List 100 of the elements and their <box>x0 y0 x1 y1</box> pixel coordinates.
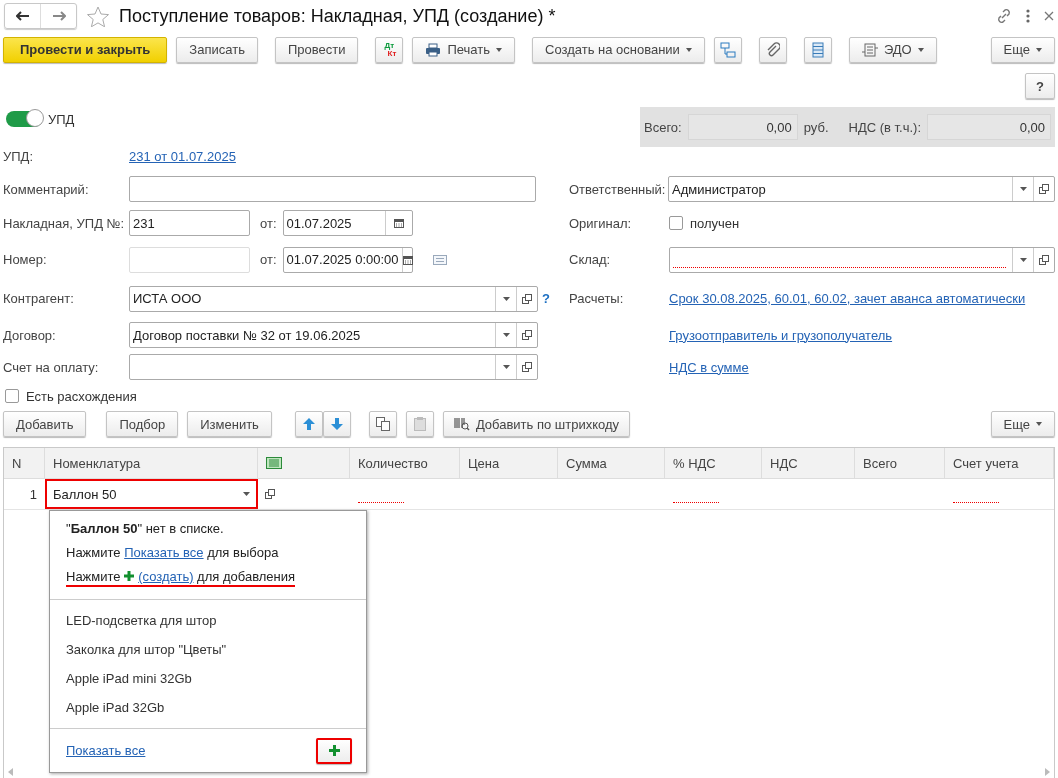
add-button[interactable]: Добавить <box>3 411 87 437</box>
help-link[interactable]: ? <box>542 291 550 306</box>
create-based-on-button[interactable]: Создать на основании <box>532 36 705 63</box>
back-arrow-icon <box>15 11 30 21</box>
column-header: Цена <box>460 448 558 478</box>
column-header: НДС <box>762 448 855 478</box>
star-icon[interactable] <box>87 5 109 27</box>
column-header: Номенклатура <box>45 448 258 478</box>
more-icon[interactable] <box>1026 9 1030 23</box>
hint-text: Нажмите (создать) для добавления <box>66 569 296 587</box>
checkbox-label: Есть расхождения <box>26 388 137 404</box>
currency-label: руб. <box>803 119 829 135</box>
print-button[interactable]: Печать <box>412 36 515 63</box>
link[interactable]: Грузоотправитель и грузополучатель <box>669 327 893 343</box>
column-header: Всего <box>855 448 945 478</box>
list-button[interactable] <box>803 36 832 63</box>
open-icon[interactable] <box>265 489 275 499</box>
edo-button[interactable]: ЭДО <box>848 36 937 63</box>
link[interactable]: (создать) <box>138 569 194 584</box>
structure-icon <box>719 41 736 58</box>
toggle-switch[interactable] <box>6 111 42 127</box>
dropdown-arrow-icon[interactable] <box>502 333 510 337</box>
checkbox-label: получен <box>690 215 740 231</box>
calendar-icon[interactable] <box>393 218 404 228</box>
field-label: Контрагент: <box>3 291 75 306</box>
checkbox[interactable] <box>669 216 683 230</box>
post-and-close-button[interactable]: Провести и закрыть <box>3 36 168 63</box>
save-button[interactable]: Записать <box>176 36 258 63</box>
column-header: Счет учета <box>945 448 1054 478</box>
show-all-link[interactable]: Показать все <box>66 743 146 758</box>
checkbox[interactable] <box>5 389 19 403</box>
calendar-icon[interactable] <box>402 254 413 265</box>
number-field[interactable]: 231 <box>129 210 250 236</box>
barcode-icon <box>453 417 470 431</box>
link[interactable]: Срок 30.08.2025, 60.01, 60.02, зачет аванса автоматически <box>669 291 1026 306</box>
help-button[interactable]: ? <box>1025 73 1055 99</box>
field-label: УПД: <box>3 149 35 164</box>
select-field[interactable] <box>669 246 1055 273</box>
dropdown-arrow-icon[interactable] <box>1019 257 1027 262</box>
open-icon[interactable] <box>1039 184 1049 194</box>
attach-button[interactable] <box>758 36 787 63</box>
document-exchange-icon <box>861 42 878 57</box>
barcode-button[interactable]: Добавить по штрихкоду <box>442 411 631 437</box>
vat-label: НДС (в т.ч.): <box>848 119 921 135</box>
dropdown-arrow-icon[interactable] <box>242 492 250 496</box>
field-label: Комментарий: <box>3 181 90 197</box>
add-new-button[interactable] <box>316 737 352 764</box>
hint-text: Нажмите Показать все для выбора <box>66 545 279 561</box>
printer-icon <box>425 42 442 57</box>
select-field[interactable] <box>129 354 538 380</box>
text-field[interactable] <box>129 176 536 202</box>
total-label: Всего: <box>644 119 682 135</box>
field-label: Счет на оплату: <box>3 359 100 375</box>
forward-arrow-icon <box>51 11 66 21</box>
field-label: Номер: <box>3 252 48 267</box>
open-icon[interactable] <box>522 293 532 304</box>
plus-icon <box>328 745 340 756</box>
field-value: ИСТА ООО <box>133 291 202 306</box>
move-down-button[interactable] <box>322 411 351 437</box>
link[interactable]: НДС в сумме <box>669 359 749 375</box>
field-value: Договор поставки № 32 от 19.06.2025 <box>133 327 361 343</box>
open-icon[interactable] <box>522 330 532 340</box>
field-label: Ответственный: <box>569 181 667 197</box>
table-cell-text: 1 <box>28 485 38 504</box>
date-field[interactable]: 01.07.2025 <box>282 210 413 236</box>
open-icon[interactable] <box>522 362 532 372</box>
dropdown-arrow-icon[interactable] <box>502 296 510 301</box>
debit-credit-button[interactable]: Дт Кт <box>375 36 404 63</box>
up-arrow-icon <box>302 418 315 430</box>
select-field[interactable]: ИСТА ООО <box>129 285 538 312</box>
field-label: Склад: <box>569 252 612 267</box>
list-item[interactable]: LED-подсветка для штор <box>50 606 366 635</box>
dropdown-arrow-icon[interactable] <box>502 365 510 369</box>
dropdown-arrow-icon[interactable] <box>1019 187 1027 191</box>
pick-button[interactable]: Подбор <box>106 411 179 437</box>
copy-icon <box>375 417 390 431</box>
select-field[interactable]: Договор поставки № 32 от 19.06.2025 <box>129 322 538 348</box>
more-button[interactable]: Еще <box>990 411 1055 437</box>
link[interactable]: Показать все <box>124 545 204 560</box>
post-button[interactable]: Провести <box>274 36 359 63</box>
table-cell-editor[interactable]: Баллон 50 <box>45 479 258 509</box>
list-item[interactable]: Apple iPad mini 32Gb <box>50 664 366 693</box>
open-icon[interactable] <box>1039 254 1049 265</box>
note-icon[interactable] <box>432 254 447 265</box>
list-icon <box>811 41 824 58</box>
list-item[interactable]: Заколка для штор "Цветы" <box>50 635 366 664</box>
field-label: Договор: <box>3 327 57 343</box>
list-item[interactable]: Apple iPad 32Gb <box>50 693 366 722</box>
link[interactable]: 231 от 01.07.2025 <box>129 149 236 164</box>
edit-button[interactable]: Изменить <box>187 411 272 437</box>
vat-value: 0,00 <box>927 114 1051 140</box>
move-up-button[interactable] <box>294 411 323 437</box>
link-icon[interactable] <box>996 8 1012 24</box>
select-field[interactable]: Администратор <box>668 176 1055 202</box>
more-button[interactable]: Еще <box>990 36 1055 63</box>
total-value: 0,00 <box>687 114 798 140</box>
close-icon[interactable] <box>1044 11 1054 21</box>
not-found-message: "Баллон 50" нет в списке. <box>66 521 224 537</box>
plus-icon <box>124 571 135 581</box>
copy-button[interactable] <box>368 411 397 437</box>
